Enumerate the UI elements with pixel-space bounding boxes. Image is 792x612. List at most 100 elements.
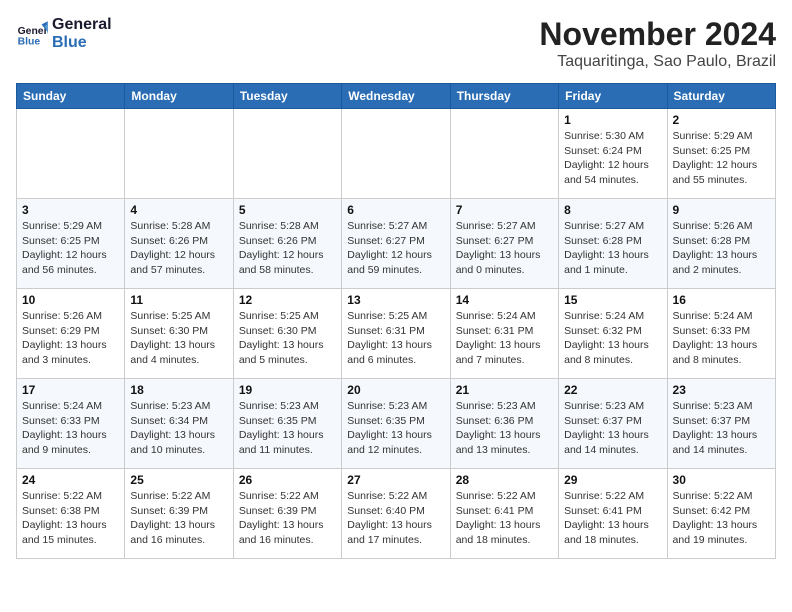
calendar-cell: 12 Sunrise: 5:25 AM Sunset: 6:30 PM Dayli…	[233, 289, 341, 379]
weekday-header: Monday	[125, 84, 233, 109]
calendar-cell	[17, 109, 125, 199]
calendar-cell: 10 Sunrise: 5:26 AM Sunset: 6:29 PM Dayli…	[17, 289, 125, 379]
calendar-cell	[450, 109, 558, 199]
page-header: General Blue General Blue November 2024 …	[16, 16, 776, 71]
svg-text:General: General	[18, 26, 48, 37]
calendar-cell: 11 Sunrise: 5:25 AM Sunset: 6:30 PM Dayli…	[125, 289, 233, 379]
day-number: 8	[564, 203, 661, 217]
day-info: Sunrise: 5:23 AM Sunset: 6:37 PM Dayligh…	[564, 399, 661, 458]
day-info: Sunrise: 5:27 AM Sunset: 6:27 PM Dayligh…	[456, 219, 553, 278]
logo-general: General	[52, 16, 112, 34]
day-info: Sunrise: 5:23 AM Sunset: 6:37 PM Dayligh…	[673, 399, 770, 458]
calendar-cell	[233, 109, 341, 199]
day-number: 22	[564, 383, 661, 397]
day-info: Sunrise: 5:27 AM Sunset: 6:27 PM Dayligh…	[347, 219, 444, 278]
calendar-cell: 19 Sunrise: 5:23 AM Sunset: 6:35 PM Dayli…	[233, 379, 341, 469]
day-info: Sunrise: 5:23 AM Sunset: 6:36 PM Dayligh…	[456, 399, 553, 458]
calendar-cell: 5 Sunrise: 5:28 AM Sunset: 6:26 PM Daylig…	[233, 199, 341, 289]
calendar-cell	[125, 109, 233, 199]
day-number: 3	[22, 203, 119, 217]
calendar-cell: 4 Sunrise: 5:28 AM Sunset: 6:26 PM Daylig…	[125, 199, 233, 289]
day-number: 1	[564, 113, 661, 127]
weekday-header: Tuesday	[233, 84, 341, 109]
weekday-header: Sunday	[17, 84, 125, 109]
day-number: 30	[673, 473, 770, 487]
day-number: 4	[130, 203, 227, 217]
day-info: Sunrise: 5:25 AM Sunset: 6:31 PM Dayligh…	[347, 309, 444, 368]
calendar-cell: 6 Sunrise: 5:27 AM Sunset: 6:27 PM Daylig…	[342, 199, 450, 289]
calendar-cell: 13Sunrise: 5:25 AM Sunset: 6:31 PM Dayli…	[342, 289, 450, 379]
day-number: 17	[22, 383, 119, 397]
day-info: Sunrise: 5:29 AM Sunset: 6:25 PM Dayligh…	[22, 219, 119, 278]
day-number: 24	[22, 473, 119, 487]
calendar-cell: 2Sunrise: 5:29 AM Sunset: 6:25 PM Daylig…	[667, 109, 775, 199]
day-number: 25	[130, 473, 227, 487]
day-number: 14	[456, 293, 553, 307]
day-number: 15	[564, 293, 661, 307]
day-info: Sunrise: 5:24 AM Sunset: 6:33 PM Dayligh…	[673, 309, 770, 368]
day-number: 9	[673, 203, 770, 217]
day-number: 23	[673, 383, 770, 397]
logo-icon: General Blue	[16, 18, 48, 50]
day-number: 18	[130, 383, 227, 397]
day-info: Sunrise: 5:23 AM Sunset: 6:35 PM Dayligh…	[347, 399, 444, 458]
month-title: November 2024	[539, 16, 776, 53]
calendar-cell: 18 Sunrise: 5:23 AM Sunset: 6:34 PM Dayli…	[125, 379, 233, 469]
calendar-cell: 22 Sunrise: 5:23 AM Sunset: 6:37 PM Dayli…	[559, 379, 667, 469]
day-info: Sunrise: 5:22 AM Sunset: 6:40 PM Dayligh…	[347, 489, 444, 548]
day-info: Sunrise: 5:30 AM Sunset: 6:24 PM Dayligh…	[564, 129, 661, 188]
day-info: Sunrise: 5:22 AM Sunset: 6:41 PM Dayligh…	[564, 489, 661, 548]
weekday-header: Thursday	[450, 84, 558, 109]
calendar-cell: 17 Sunrise: 5:24 AM Sunset: 6:33 PM Dayli…	[17, 379, 125, 469]
day-number: 10	[22, 293, 119, 307]
day-info: Sunrise: 5:26 AM Sunset: 6:29 PM Dayligh…	[22, 309, 119, 368]
day-number: 20	[347, 383, 444, 397]
calendar-cell: 21 Sunrise: 5:23 AM Sunset: 6:36 PM Dayli…	[450, 379, 558, 469]
location: Taquaritinga, Sao Paulo, Brazil	[539, 53, 776, 71]
calendar-cell: 25 Sunrise: 5:22 AM Sunset: 6:39 PM Dayli…	[125, 469, 233, 559]
title-block: November 2024 Taquaritinga, Sao Paulo, B…	[539, 16, 776, 71]
day-info: Sunrise: 5:28 AM Sunset: 6:26 PM Dayligh…	[239, 219, 336, 278]
calendar-cell: 14Sunrise: 5:24 AM Sunset: 6:31 PM Dayli…	[450, 289, 558, 379]
calendar-cell: 27 Sunrise: 5:22 AM Sunset: 6:40 PM Dayli…	[342, 469, 450, 559]
day-number: 19	[239, 383, 336, 397]
day-number: 5	[239, 203, 336, 217]
calendar-cell: 16Sunrise: 5:24 AM Sunset: 6:33 PM Dayli…	[667, 289, 775, 379]
day-number: 11	[130, 293, 227, 307]
day-info: Sunrise: 5:23 AM Sunset: 6:34 PM Dayligh…	[130, 399, 227, 458]
day-number: 21	[456, 383, 553, 397]
day-info: Sunrise: 5:25 AM Sunset: 6:30 PM Dayligh…	[130, 309, 227, 368]
calendar-cell: 7Sunrise: 5:27 AM Sunset: 6:27 PM Daylig…	[450, 199, 558, 289]
calendar-cell: 8 Sunrise: 5:27 AM Sunset: 6:28 PM Daylig…	[559, 199, 667, 289]
weekday-header: Saturday	[667, 84, 775, 109]
day-info: Sunrise: 5:23 AM Sunset: 6:35 PM Dayligh…	[239, 399, 336, 458]
day-number: 2	[673, 113, 770, 127]
calendar-cell	[342, 109, 450, 199]
day-info: Sunrise: 5:22 AM Sunset: 6:38 PM Dayligh…	[22, 489, 119, 548]
day-info: Sunrise: 5:22 AM Sunset: 6:39 PM Dayligh…	[239, 489, 336, 548]
day-info: Sunrise: 5:24 AM Sunset: 6:33 PM Dayligh…	[22, 399, 119, 458]
day-number: 12	[239, 293, 336, 307]
calendar-cell: 26 Sunrise: 5:22 AM Sunset: 6:39 PM Dayli…	[233, 469, 341, 559]
logo: General Blue General Blue	[16, 16, 112, 51]
calendar-cell: 29Sunrise: 5:22 AM Sunset: 6:41 PM Dayli…	[559, 469, 667, 559]
day-number: 6	[347, 203, 444, 217]
calendar-cell: 24 Sunrise: 5:22 AM Sunset: 6:38 PM Dayli…	[17, 469, 125, 559]
calendar-table: SundayMondayTuesdayWednesdayThursdayFrid…	[16, 83, 776, 559]
day-info: Sunrise: 5:27 AM Sunset: 6:28 PM Dayligh…	[564, 219, 661, 278]
day-number: 28	[456, 473, 553, 487]
svg-text:Blue: Blue	[18, 36, 41, 47]
calendar-cell: 1 Sunrise: 5:30 AM Sunset: 6:24 PM Daylig…	[559, 109, 667, 199]
day-info: Sunrise: 5:22 AM Sunset: 6:39 PM Dayligh…	[130, 489, 227, 548]
day-info: Sunrise: 5:25 AM Sunset: 6:30 PM Dayligh…	[239, 309, 336, 368]
day-number: 27	[347, 473, 444, 487]
calendar-cell: 28Sunrise: 5:22 AM Sunset: 6:41 PM Dayli…	[450, 469, 558, 559]
day-number: 26	[239, 473, 336, 487]
weekday-header: Friday	[559, 84, 667, 109]
day-info: Sunrise: 5:28 AM Sunset: 6:26 PM Dayligh…	[130, 219, 227, 278]
day-info: Sunrise: 5:26 AM Sunset: 6:28 PM Dayligh…	[673, 219, 770, 278]
weekday-header: Wednesday	[342, 84, 450, 109]
calendar-cell: 20 Sunrise: 5:23 AM Sunset: 6:35 PM Dayli…	[342, 379, 450, 469]
day-info: Sunrise: 5:22 AM Sunset: 6:42 PM Dayligh…	[673, 489, 770, 548]
calendar-cell: 23 Sunrise: 5:23 AM Sunset: 6:37 PM Dayli…	[667, 379, 775, 469]
